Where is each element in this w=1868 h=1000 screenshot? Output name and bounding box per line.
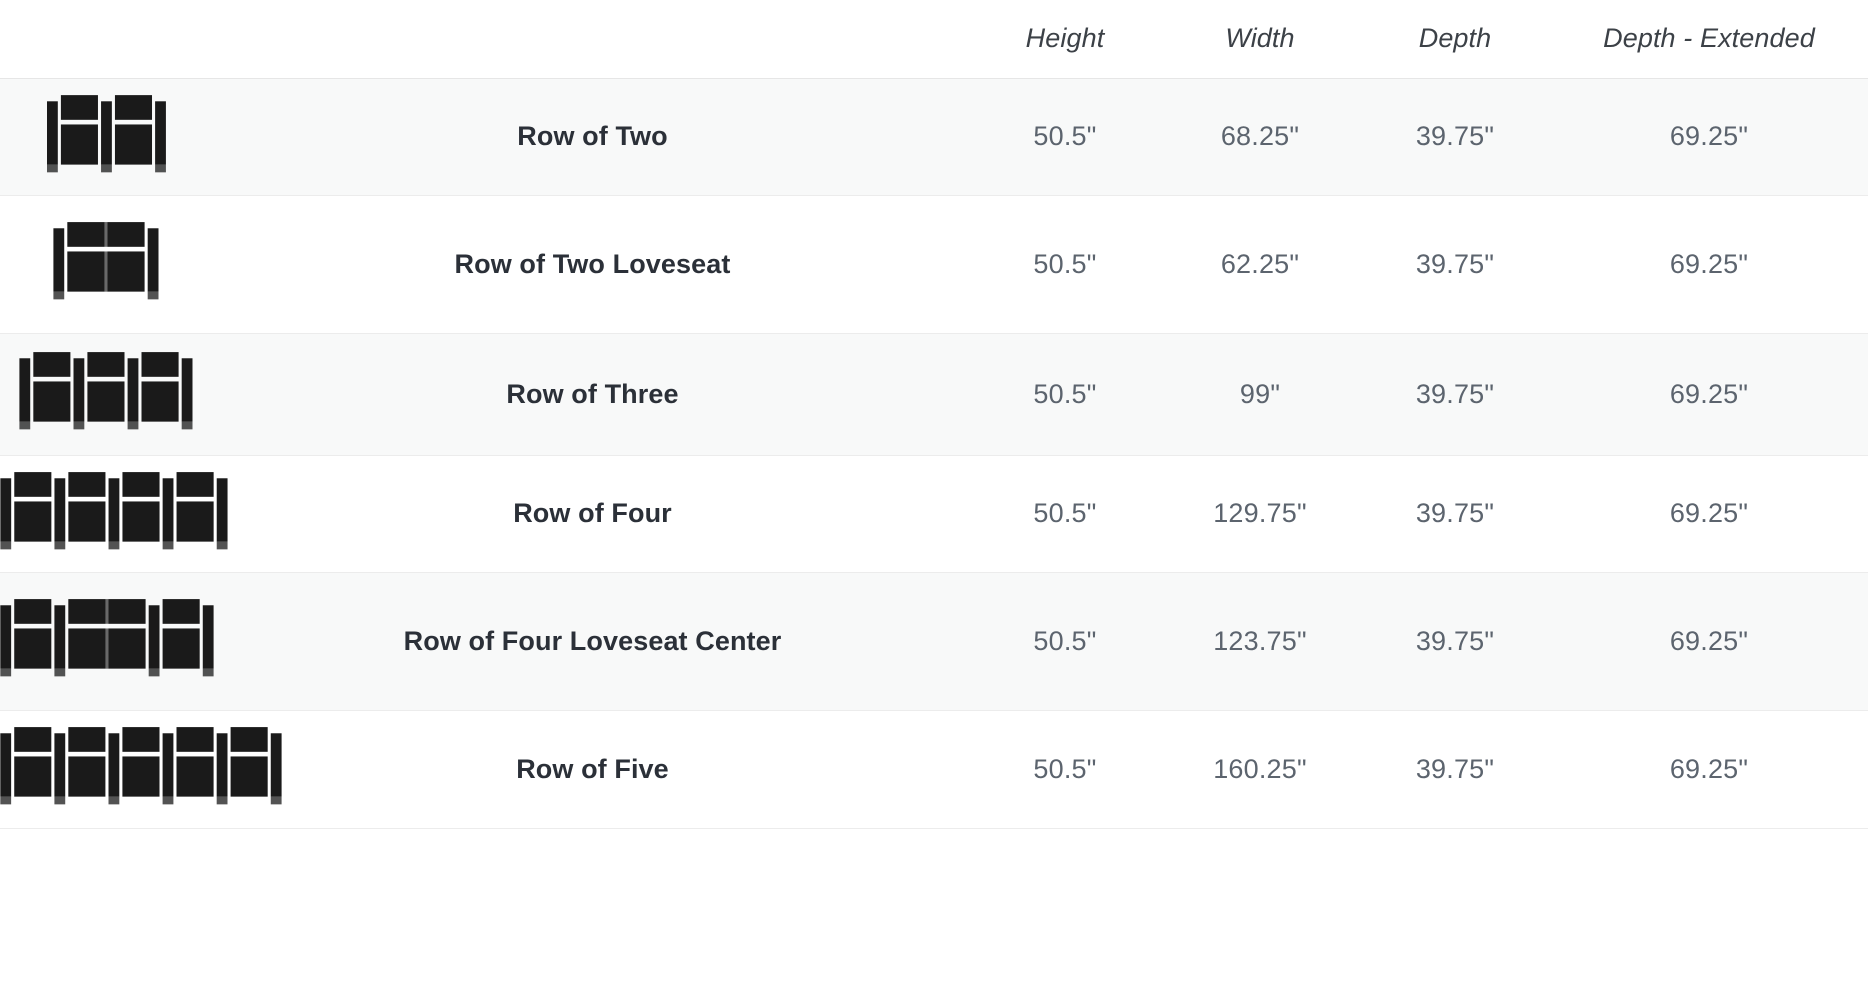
row-icon-cell [0, 572, 215, 710]
row-depth-extended: 69.25" [1669, 121, 1749, 151]
row-name: Row of Five [516, 753, 669, 784]
row-icon-cell [0, 333, 215, 455]
header-depth: Depth [1360, 0, 1550, 79]
row-of-four-seating-icon [0, 469, 231, 554]
row-height: 50.5" [1033, 753, 1097, 784]
row-width: 123.75" [1213, 625, 1307, 656]
row-height: 50.5" [1033, 121, 1097, 151]
row-depth-extended: 69.25" [1669, 498, 1749, 528]
row-depth: 39.75" [1415, 753, 1495, 784]
row-height: 50.5" [1033, 498, 1097, 528]
row-of-five-seating-icon [0, 724, 285, 809]
row-width: 160.25" [1213, 753, 1307, 784]
row-width: 68.25" [1220, 121, 1300, 151]
row-icon-cell [0, 78, 215, 195]
row-height: 50.5" [1033, 248, 1097, 279]
header-name-column [215, 0, 970, 79]
header-height: Height [970, 0, 1160, 79]
row-of-two-loveseat-seating-icon [53, 219, 162, 304]
row-depth-extended: 69.25" [1669, 625, 1749, 656]
row-height: 50.5" [1033, 378, 1097, 409]
table-row: Row of Two Loveseat 50.5" 62.25" 39.75" 69.2… [0, 195, 1868, 333]
row-width: 129.75" [1213, 498, 1307, 528]
row-width: 62.25" [1220, 248, 1300, 279]
row-width: 99" [1239, 378, 1281, 409]
row-name: Row of Two Loveseat [454, 248, 731, 279]
table-row: Row of Five 50.5" 160.25" 39.75" 69.25" [0, 710, 1868, 828]
table-body: Row of Two 50.5" 68.25" 39.75" 69.25" Row of … [0, 78, 1868, 828]
row-icon-cell [0, 710, 282, 828]
row-name: Row of Two [517, 121, 668, 151]
row-icon-cell [0, 195, 215, 333]
row-of-four-loveseat-center-seating-icon [0, 596, 217, 681]
row-depth: 39.75" [1415, 121, 1495, 151]
row-depth-extended: 69.25" [1669, 753, 1749, 784]
header-row: Height Width Depth Depth - Extended [0, 0, 1868, 79]
row-depth: 39.75" [1415, 378, 1495, 409]
row-icon-cell [0, 455, 228, 572]
table-header: Height Width Depth Depth - Extended [0, 0, 1868, 79]
table-row: Row of Four Loveseat Center 50.5" 123.75" 3… [0, 572, 1868, 710]
row-name: Row of Four [513, 498, 672, 528]
header-depth-extended: Depth - Extended [1550, 0, 1868, 79]
row-depth-extended: 69.25" [1669, 248, 1749, 279]
header-width: Width [1160, 0, 1360, 79]
header-icon-column [0, 0, 215, 79]
seating-dimensions-table: Height Width Depth Depth - Extended Row … [0, 0, 1868, 829]
table-row: Row of Two 50.5" 68.25" 39.75" 69.25" [0, 78, 1868, 195]
table-row: Row of Four 50.5" 129.75" 39.75" 69.25" [0, 455, 1868, 572]
row-height: 50.5" [1033, 625, 1097, 656]
table-row: Row of Three 50.5" 99" 39.75" 69.25" [0, 333, 1868, 455]
row-depth: 39.75" [1415, 625, 1495, 656]
row-of-three-seating-icon [19, 349, 196, 434]
row-name: Row of Three [506, 378, 679, 409]
row-depth: 39.75" [1415, 498, 1495, 528]
row-of-two-seating-icon [46, 92, 169, 177]
row-name: Row of Four Loveseat Center [403, 625, 782, 656]
row-depth-extended: 69.25" [1669, 378, 1749, 409]
row-depth: 39.75" [1415, 248, 1495, 279]
